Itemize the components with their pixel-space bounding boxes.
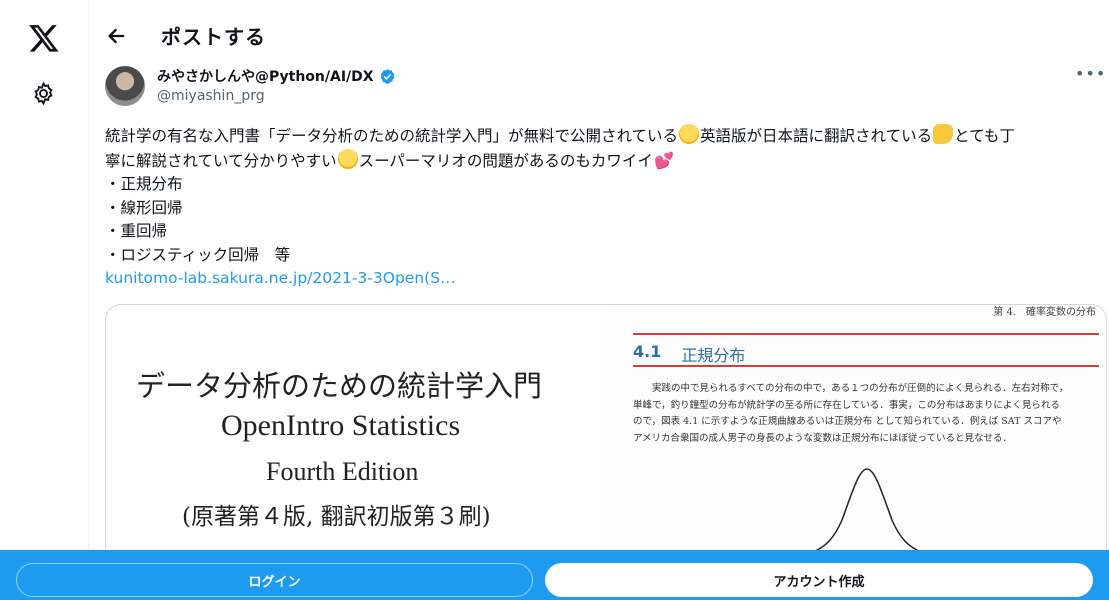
verified-badge-icon <box>380 68 395 84</box>
post-text-segment: 英語版が日本語に翻訳されている <box>700 127 933 145</box>
section-heading: 4.1 正規分布 <box>633 342 745 366</box>
post-text-segment: 統計学の有名な入門書「データ分析のための統計学入門」が無料で公開されている <box>105 127 679 145</box>
heart-emoji-icon: 💕 <box>653 150 674 170</box>
bullet-item: ・線形回帰 <box>105 198 183 217</box>
section-line: 実践の中で見られるすべての分布の中で，ある１つの分布が圧倒的によく見られる．左右… <box>633 383 1069 394</box>
gear-icon[interactable] <box>31 81 56 106</box>
bullet-item: ・重回帰 <box>105 222 168 241</box>
create-account-button[interactable]: アカウント作成 <box>545 563 1093 597</box>
post-text-segment: スーパーマリオの問題があるのもカワイイ <box>358 151 653 170</box>
left-rail <box>0 0 89 600</box>
more-dots-icon[interactable]: ••• <box>1075 64 1105 84</box>
login-button[interactable]: ログイン <box>16 563 533 597</box>
main-column: ポストする みやさかしんや@Python/AI/DX @miyashin_prg… <box>89 0 1109 600</box>
post-text: 統計学の有名な入門書「データ分析のための統計学入門」が無料で公開されている 英語版… <box>105 124 1095 268</box>
red-rule <box>633 365 1099 367</box>
thumbs-up-emoji-icon <box>933 124 954 144</box>
post-line-1: 統計学の有名な入門書「データ分析のための統計学入門」が無料で公開されている 英語版… <box>105 124 1095 149</box>
book-edition: Fourth Edition <box>266 457 419 486</box>
book-print: (原著第４版, 翻訳初版第３刷) <box>182 504 491 530</box>
section-line: ので，図表 4.1 に示すような正規曲線あるいは正規分布 として知られている．例… <box>633 416 1062 427</box>
author-display-name[interactable]: みやさかしんや@Python/AI/DX <box>157 66 374 86</box>
section-title: 正規分布 <box>681 346 746 365</box>
section-line: 単峰で，釣り鐘型の分布が統計学の至る所に存在している．事実，この分布はあまりによ… <box>633 399 1060 411</box>
media-image[interactable]: データ分析のための統計学入門 OpenIntro Statistics Four… <box>105 304 1107 564</box>
external-link[interactable]: kunitomo-lab.sakura.ne.jp/2021-3-3Open(S… <box>105 269 456 287</box>
chapter-header: 第 4. 確率変数の分布 <box>993 307 1096 318</box>
hugging-face-emoji-icon <box>679 124 700 144</box>
section-number: 4.1 <box>633 342 662 361</box>
post-text-segment: とても丁 <box>954 127 1015 145</box>
bullet-item: ・正規分布 <box>105 175 183 194</box>
page-header: ポストする <box>89 0 1109 56</box>
section-text: 実践の中で見られるすべての分布の中で，ある１つの分布が圧倒的によく見られる．左右… <box>633 381 1099 447</box>
book-cover-panel: データ分析のための統計学入門 OpenIntro Statistics Four… <box>106 305 606 563</box>
signup-bar: ログイン アカウント作成 <box>0 550 1109 600</box>
red-rule <box>633 333 1099 335</box>
author-name[interactable]: みやさかしんや@Python/AI/DX <box>157 66 396 86</box>
section-line: アメリカ合衆国の成人男子の身長のような変数は正規分布にほぼ従っていると見なせる． <box>633 432 1013 444</box>
post-line-2: 寧に解説されていて分かりやすい スーパーマリオの問題があるのもカワイイ💕 <box>105 148 1095 174</box>
author-handle[interactable]: @miyashin_prg <box>157 88 265 104</box>
book-page-panel: 第 4. 確率変数の分布 4.1 正規分布 実践の中で見られるすべての分布の中で… <box>607 305 1106 563</box>
book-title-en: OpenIntro Statistics <box>221 409 461 442</box>
bullet-item: ・ロジスティック回帰 等 <box>105 245 291 264</box>
avatar[interactable] <box>105 66 145 106</box>
post-text-segment: 寧に解説されていて分かりやすい <box>105 151 337 170</box>
arrow-left-icon[interactable] <box>101 22 129 50</box>
hugging-face-emoji-icon <box>337 148 358 169</box>
book-title-jp: データ分析のための統計学入門 <box>136 369 543 403</box>
page-title: ポストする <box>161 25 266 49</box>
x-logo-icon[interactable] <box>27 22 61 54</box>
